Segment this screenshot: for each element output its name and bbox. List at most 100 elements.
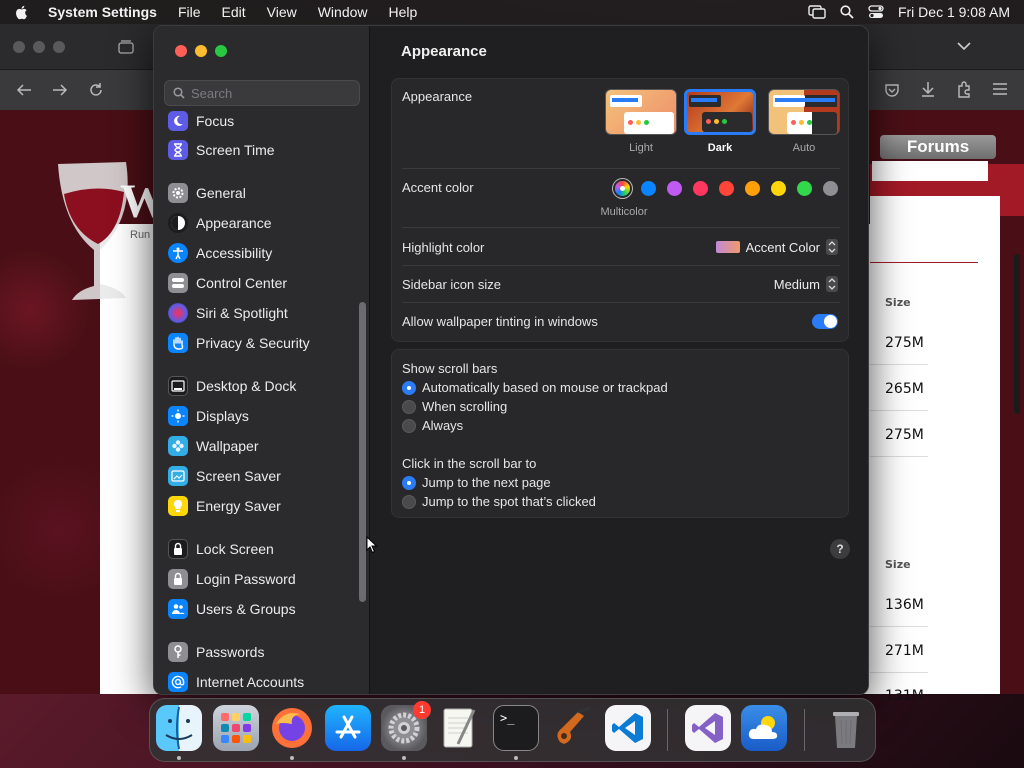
pocket-icon[interactable] bbox=[884, 82, 900, 98]
wallpaper-tinting-toggle[interactable] bbox=[812, 314, 838, 329]
sidebar-item-focus[interactable]: Focus bbox=[168, 110, 358, 133]
sidebar-item-appearance[interactable]: Appearance bbox=[168, 211, 358, 235]
theme-caption: Light bbox=[629, 142, 653, 154]
radio-button[interactable] bbox=[402, 380, 416, 395]
search-input[interactable] bbox=[191, 85, 351, 101]
extensions-icon[interactable] bbox=[956, 81, 972, 98]
hand-icon bbox=[168, 333, 188, 353]
reload-icon[interactable] bbox=[88, 82, 104, 98]
radio-button[interactable] bbox=[402, 418, 416, 433]
vscode-icon[interactable] bbox=[605, 705, 651, 751]
window-minimize-button[interactable] bbox=[195, 45, 207, 57]
sidebar-item-desktop-dock[interactable]: Desktop & Dock bbox=[168, 374, 358, 398]
banner-bar bbox=[872, 161, 988, 181]
theme-option-dark[interactable]: Dark bbox=[684, 89, 756, 154]
accent-blue-swatch[interactable] bbox=[641, 181, 656, 196]
menu-edit[interactable]: Edit bbox=[222, 4, 246, 20]
click-option-next-page[interactable]: Jump to the next page bbox=[402, 475, 551, 490]
weather-icon[interactable] bbox=[741, 705, 787, 751]
sidebar-item-general[interactable]: General bbox=[168, 181, 358, 205]
spotlight-search-icon[interactable] bbox=[840, 5, 854, 19]
help-button[interactable]: ? bbox=[830, 539, 850, 559]
lock-icon bbox=[168, 539, 188, 559]
trash-icon[interactable] bbox=[823, 705, 869, 751]
browser-scrollbar[interactable] bbox=[1014, 254, 1020, 414]
menu-view[interactable]: View bbox=[267, 4, 297, 20]
desktop-icon bbox=[168, 376, 188, 396]
sidebar-icon-size-popup[interactable]: Medium bbox=[774, 276, 838, 292]
sidebar-item-label: Lock Screen bbox=[196, 541, 274, 557]
click-option-spot-clicked[interactable]: Jump to the spot that’s clicked bbox=[402, 494, 596, 509]
sidebar-item-users-groups[interactable]: Users & Groups bbox=[168, 597, 358, 621]
system-settings-icon[interactable]: 1 bbox=[381, 701, 431, 751]
scrollbar-option-when-scrolling[interactable]: When scrolling bbox=[402, 399, 507, 414]
forward-arrow-icon[interactable] bbox=[52, 83, 68, 97]
sidebar-item-accessibility[interactable]: Accessibility bbox=[168, 241, 358, 265]
theme-option-light[interactable]: Light bbox=[605, 89, 677, 154]
menu-file[interactable]: File bbox=[178, 4, 201, 20]
radio-button[interactable] bbox=[402, 494, 416, 509]
sidebar-item-lock-screen[interactable]: Lock Screen bbox=[168, 537, 358, 561]
sidebar-item-label: Appearance bbox=[196, 215, 272, 231]
tab-list-chevron-icon[interactable] bbox=[957, 41, 971, 51]
sidebar-item-screen-time[interactable]: Screen Time bbox=[168, 138, 358, 162]
terminal-icon[interactable]: >_ bbox=[493, 705, 539, 751]
screen-mirroring-icon[interactable] bbox=[808, 5, 826, 19]
accent-multicolor-swatch[interactable] bbox=[615, 181, 630, 196]
firefox-icon[interactable] bbox=[269, 705, 315, 751]
app-store-icon[interactable] bbox=[325, 705, 371, 751]
sidebar-item-energy-saver[interactable]: Energy Saver bbox=[168, 494, 358, 518]
apple-menu-icon[interactable] bbox=[14, 4, 30, 20]
window-close-button[interactable] bbox=[175, 45, 187, 57]
sidebar-item-siri-spotlight[interactable]: Siri & Spotlight bbox=[168, 301, 358, 325]
accent-orange-swatch[interactable] bbox=[745, 181, 760, 196]
accent-graphite-swatch[interactable] bbox=[823, 181, 838, 196]
forums-button[interactable]: Forums bbox=[880, 135, 996, 159]
scrollbar-option-automatic[interactable]: Automatically based on mouse or trackpad bbox=[402, 380, 668, 395]
theme-option-auto[interactable]: Auto bbox=[768, 89, 840, 154]
moon-icon bbox=[168, 111, 188, 131]
highlight-swatch bbox=[715, 241, 740, 253]
accent-yellow-swatch[interactable] bbox=[771, 181, 786, 196]
sidebar-item-internet-accounts[interactable]: Internet Accounts bbox=[168, 670, 358, 694]
sidebar-search[interactable] bbox=[164, 80, 360, 106]
menu-clock[interactable]: Fri Dec 1 9:08 AM bbox=[898, 4, 1010, 20]
accent-pink-swatch[interactable] bbox=[693, 181, 708, 196]
hamburger-menu-icon[interactable] bbox=[992, 83, 1008, 95]
sidebar-item-screen-saver[interactable]: Screen Saver bbox=[168, 464, 358, 488]
browser-minimize-button[interactable] bbox=[33, 41, 45, 53]
textedit-icon[interactable] bbox=[437, 705, 483, 751]
accent-green-swatch[interactable] bbox=[797, 181, 812, 196]
downloads-icon[interactable] bbox=[920, 81, 936, 98]
menu-window[interactable]: Window bbox=[318, 4, 368, 20]
sidebar-item-label: Users & Groups bbox=[196, 601, 296, 617]
sidebar-scrollbar[interactable] bbox=[359, 302, 366, 602]
sidebar-item-privacy-security[interactable]: Privacy & Security bbox=[168, 331, 358, 355]
radio-button[interactable] bbox=[402, 399, 416, 414]
control-center-icon[interactable] bbox=[868, 5, 884, 19]
accessibility-icon bbox=[168, 243, 188, 263]
accent-red-swatch[interactable] bbox=[719, 181, 734, 196]
launchpad-icon[interactable] bbox=[213, 705, 259, 751]
menu-help[interactable]: Help bbox=[389, 4, 418, 20]
sidebar-item-control-center[interactable]: Control Center bbox=[168, 271, 358, 295]
finder-icon[interactable] bbox=[156, 705, 202, 751]
highlight-color-popup[interactable]: Accent Color bbox=[715, 239, 838, 255]
window-zoom-button[interactable] bbox=[215, 45, 227, 57]
browser-close-button[interactable] bbox=[13, 41, 25, 53]
sidebar-item-login-password[interactable]: Login Password bbox=[168, 567, 358, 591]
app-name-menu[interactable]: System Settings bbox=[48, 4, 157, 20]
browser-zoom-button[interactable] bbox=[53, 41, 65, 53]
garageband-icon[interactable] bbox=[549, 705, 595, 751]
appearance-label: Appearance bbox=[402, 89, 473, 104]
sidebar-item-label: Screen Time bbox=[196, 142, 275, 158]
visual-studio-icon[interactable] bbox=[685, 705, 731, 751]
radio-button[interactable] bbox=[402, 475, 416, 490]
sidebar-item-wallpaper[interactable]: Wallpaper bbox=[168, 434, 358, 458]
sidebar-item-displays[interactable]: Displays bbox=[168, 404, 358, 428]
accent-purple-swatch[interactable] bbox=[667, 181, 682, 196]
scrollbar-option-always[interactable]: Always bbox=[402, 418, 463, 433]
tab-overview-icon[interactable] bbox=[118, 40, 134, 54]
back-arrow-icon[interactable] bbox=[16, 83, 32, 97]
sidebar-item-passwords[interactable]: Passwords bbox=[168, 640, 358, 664]
